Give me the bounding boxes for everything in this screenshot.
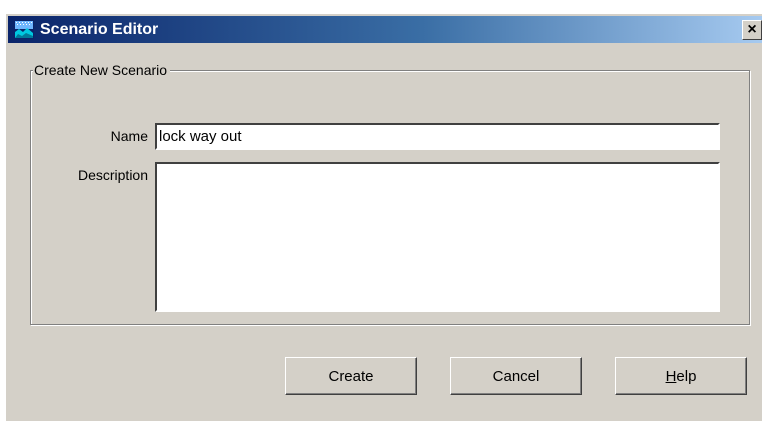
close-icon: × [747,21,757,38]
cancel-button[interactable]: Cancel [450,357,582,395]
description-label: Description [77,167,148,183]
description-textarea[interactable] [155,162,720,312]
help-button[interactable]: Help [615,357,747,395]
title-bar[interactable]: Scenario Editor × [8,16,762,43]
help-mnemonic: H [665,367,677,385]
close-button[interactable]: × [742,20,762,40]
window-title: Scenario Editor [40,21,159,38]
create-button[interactable]: Create [285,357,417,395]
landscape-app-icon [14,20,34,39]
help-label-rest: elp [676,367,697,385]
name-label: Name [110,128,148,144]
group-legend: Create New Scenario [33,61,171,79]
name-input[interactable] [155,123,720,150]
